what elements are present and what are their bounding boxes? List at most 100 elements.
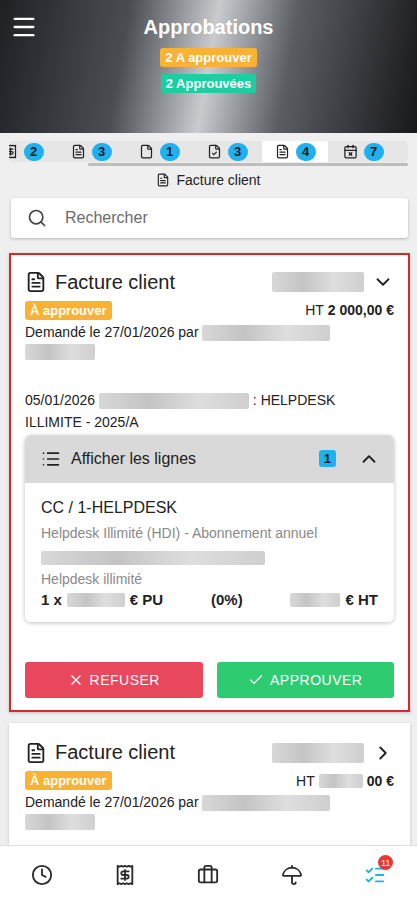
tabs-scrollbar[interactable]	[88, 163, 408, 165]
tab-count: 4	[296, 143, 316, 161]
approve-button[interactable]: APPROUVER	[217, 662, 395, 698]
invoice-card[interactable]: Facture client À approuver HT 00 € Demandé l…	[9, 723, 410, 845]
document-icon	[275, 144, 290, 159]
amount-value: 2 000,00 €	[328, 302, 394, 318]
redacted-description	[99, 393, 249, 409]
redacted-client	[272, 743, 364, 763]
content: 2 3 1 3 4 7 Facture client Facture client À appr…	[0, 133, 417, 845]
chevron-up-icon	[358, 448, 380, 470]
nav-icon	[197, 864, 219, 886]
redacted-line	[41, 551, 265, 565]
expand-button[interactable]	[372, 271, 394, 293]
nav-icon	[281, 864, 303, 886]
nav-item[interactable]	[103, 855, 147, 895]
list-icon	[41, 449, 61, 469]
total-suffix: € HT	[345, 591, 378, 608]
chevron-down-icon	[372, 271, 394, 293]
tab-count: 3	[92, 143, 112, 161]
tab[interactable]: 4	[262, 141, 328, 162]
amount: HT2 000,00 €	[305, 302, 394, 318]
line-figures: 1 x € PU (0%) € HT	[41, 591, 378, 608]
redacted-requester	[25, 344, 95, 360]
meta-row: À approuver HT2 000,00 €	[25, 301, 394, 320]
amount: HT 00 €	[296, 773, 394, 789]
lines-toggle[interactable]: Afficher les lignes 1	[25, 435, 394, 483]
amount-value: 00 €	[367, 773, 394, 789]
redacted-amount	[319, 774, 363, 788]
cross-icon	[68, 672, 84, 688]
check-icon	[248, 672, 264, 688]
status-badge: À approuver	[25, 771, 112, 790]
unit-suffix: € PU	[130, 591, 163, 608]
card-title: Facture client	[55, 741, 264, 764]
tab-count: 7	[364, 143, 384, 161]
document-icon	[71, 144, 86, 159]
search-input[interactable]	[63, 208, 392, 228]
refuse-button[interactable]: REFUSER	[25, 662, 203, 698]
document-icon	[25, 271, 47, 293]
menu-button[interactable]	[10, 12, 46, 42]
nav-item[interactable]	[20, 855, 64, 895]
app: Approbations 2 A approuver 2 Approuvées 2 3 1…	[0, 0, 417, 904]
nav-item[interactable]	[270, 855, 314, 895]
tab-count: 2	[24, 143, 44, 161]
redacted-price	[67, 593, 125, 607]
status-badge: À approuver	[25, 301, 112, 320]
nav-icon	[114, 864, 136, 886]
redacted-total	[290, 593, 340, 607]
document-icon	[25, 742, 47, 764]
search-field[interactable]	[11, 198, 408, 238]
tab[interactable]: 3	[58, 141, 124, 162]
description: 05/01/2026 : HELPDESK ILLIMITE - 2025/A	[25, 389, 394, 433]
lines-panel: Afficher les lignes 1 CC / 1-HELPDESK Helpd…	[25, 435, 394, 622]
line-code: CC / 1-HELPDESK	[41, 499, 378, 517]
header: Approbations 2 A approuver 2 Approuvées	[0, 0, 417, 133]
redacted-requester	[25, 814, 95, 830]
meta-row: À approuver HT 00 €	[25, 771, 394, 790]
tab[interactable]: 3	[194, 141, 260, 162]
nav-badge: 11	[378, 855, 393, 870]
document-icon	[156, 173, 170, 187]
tab[interactable]: 2	[9, 141, 56, 162]
tab-count: 1	[160, 143, 180, 161]
unit-price: 1 x € PU	[41, 591, 163, 608]
document-icon	[207, 144, 222, 159]
summary-badge: 2 Approuvées	[161, 74, 257, 93]
card-title: Facture client	[55, 271, 264, 294]
card-header: Facture client	[25, 741, 394, 764]
search-icon	[27, 208, 47, 228]
expand-button[interactable]	[372, 742, 394, 764]
requested-by: Demandé le 27/01/2026 par	[25, 323, 394, 361]
tab[interactable]: 1	[126, 141, 192, 162]
section-label: Facture client	[0, 172, 417, 188]
tabs: 2 3 1 3 4 7	[9, 141, 408, 162]
discount: (0%)	[211, 591, 243, 608]
total: € HT	[290, 591, 378, 608]
invoice-card[interactable]: Facture client À approuver HT2 000,00 € Dem…	[9, 253, 410, 712]
menu-icon	[10, 13, 38, 41]
card-header: Facture client	[25, 271, 394, 294]
redacted-requester	[202, 795, 330, 811]
line-description: Helpdesk Illimité (HDI) - Abonnement ann…	[41, 525, 378, 541]
page-title: Approbations	[46, 16, 371, 39]
tab-count: 3	[228, 143, 248, 161]
bottom-nav: 11	[0, 845, 417, 904]
summary-badge: 2 A approuver	[160, 48, 256, 67]
line-item: CC / 1-HELPDESK Helpdesk Illimité (HDI) -…	[25, 483, 394, 622]
nav-item[interactable]	[186, 855, 230, 895]
document-icon	[9, 144, 18, 159]
chevron-right-icon	[372, 742, 394, 764]
tab[interactable]: 7	[330, 141, 396, 162]
amount-label: HT	[296, 773, 315, 789]
quantity: 1 x	[41, 591, 62, 608]
document-icon	[139, 144, 154, 159]
nav-item[interactable]: 11	[353, 855, 397, 895]
lines-label: Afficher les lignes	[71, 450, 309, 468]
line-redacted	[41, 549, 378, 565]
lines-count: 1	[319, 450, 336, 467]
requested-by: Demandé le 27/01/2026 par	[25, 793, 394, 831]
redacted-client	[272, 272, 364, 292]
redacted-requester	[202, 325, 330, 341]
nav-icon	[31, 864, 53, 886]
document-icon	[343, 144, 358, 159]
